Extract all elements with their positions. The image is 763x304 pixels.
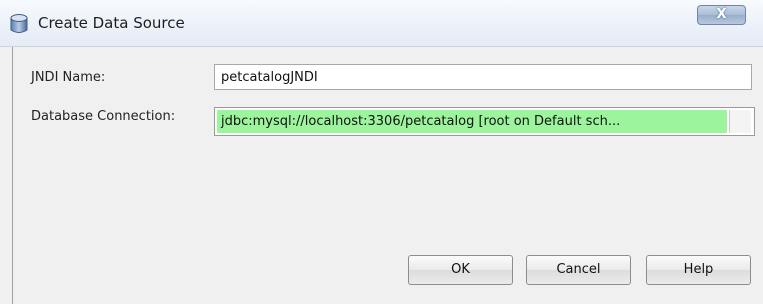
dialog-content: JNDI Name: Database Connection: jdbc:mys… <box>12 47 763 304</box>
help-button[interactable]: Help <box>646 255 751 285</box>
jndi-name-field[interactable] <box>214 64 752 90</box>
create-data-source-dialog: Create Data Source X JNDI Name: Database… <box>0 0 763 304</box>
database-connection-selected-value: jdbc:mysql://localhost:3306/petcatalog [… <box>217 110 727 133</box>
close-button[interactable]: X <box>697 5 746 25</box>
ok-button[interactable]: OK <box>408 255 513 285</box>
database-connection-combobox[interactable]: jdbc:mysql://localhost:3306/petcatalog [… <box>214 107 755 136</box>
window-title: Create Data Source <box>38 14 185 32</box>
title-bar: Create Data Source X <box>0 0 763 47</box>
dropdown-arrow-button[interactable] <box>729 110 751 133</box>
database-connection-label: Database Connection: <box>31 109 176 124</box>
jndi-name-label: JNDI Name: <box>31 70 106 85</box>
database-icon <box>9 13 29 35</box>
cancel-button[interactable]: Cancel <box>526 255 631 285</box>
